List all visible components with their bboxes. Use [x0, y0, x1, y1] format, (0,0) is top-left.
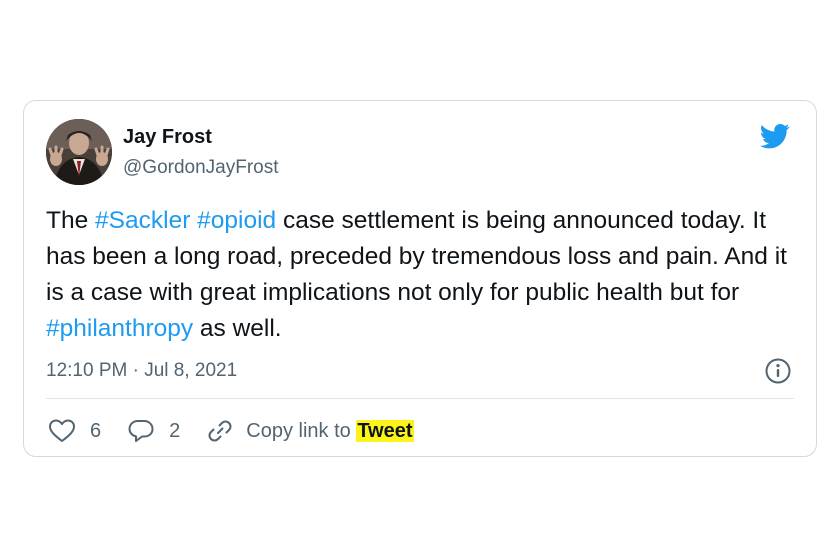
- hashtag-link[interactable]: #Sackler: [95, 207, 190, 234]
- avatar[interactable]: [46, 119, 112, 185]
- heart-icon: [49, 419, 75, 442]
- tweet-card[interactable]: Jay Frost @GordonJayFrost The #Sackler #…: [23, 100, 817, 457]
- reply-count: 2: [169, 419, 181, 442]
- hashtag-link[interactable]: #philanthropy: [46, 315, 193, 342]
- link-icon: [208, 420, 232, 442]
- tweet-actions: 6 2 Copy link to Tweet: [48, 416, 414, 446]
- highlighted-word: Tweet: [356, 419, 414, 442]
- author-handle[interactable]: @GordonJayFrost: [123, 156, 279, 180]
- hashtag-link[interactable]: #opioid: [197, 207, 276, 234]
- author-name[interactable]: Jay Frost: [123, 125, 212, 149]
- copy-link-text: Copy link to: [246, 419, 357, 442]
- text-segment: as well.: [193, 315, 282, 342]
- info-icon[interactable]: [764, 357, 792, 385]
- tweet-text: The #Sackler #opioid case settlement is …: [46, 203, 796, 347]
- divider: [46, 398, 794, 399]
- copy-link-label: Copy link to Tweet: [246, 419, 414, 443]
- twitter-bird-icon[interactable]: [758, 121, 792, 151]
- text-segment: The: [46, 207, 96, 234]
- copy-link-button[interactable]: Copy link to Tweet: [206, 418, 414, 444]
- speech-bubble-icon: [128, 420, 154, 442]
- reply-button[interactable]: 2: [127, 418, 180, 444]
- like-count: 6: [90, 419, 102, 442]
- avatar-photo: [46, 119, 112, 185]
- like-button[interactable]: 6: [48, 418, 101, 444]
- tweet-timestamp[interactable]: 12:10 PM · Jul 8, 2021: [46, 359, 237, 383]
